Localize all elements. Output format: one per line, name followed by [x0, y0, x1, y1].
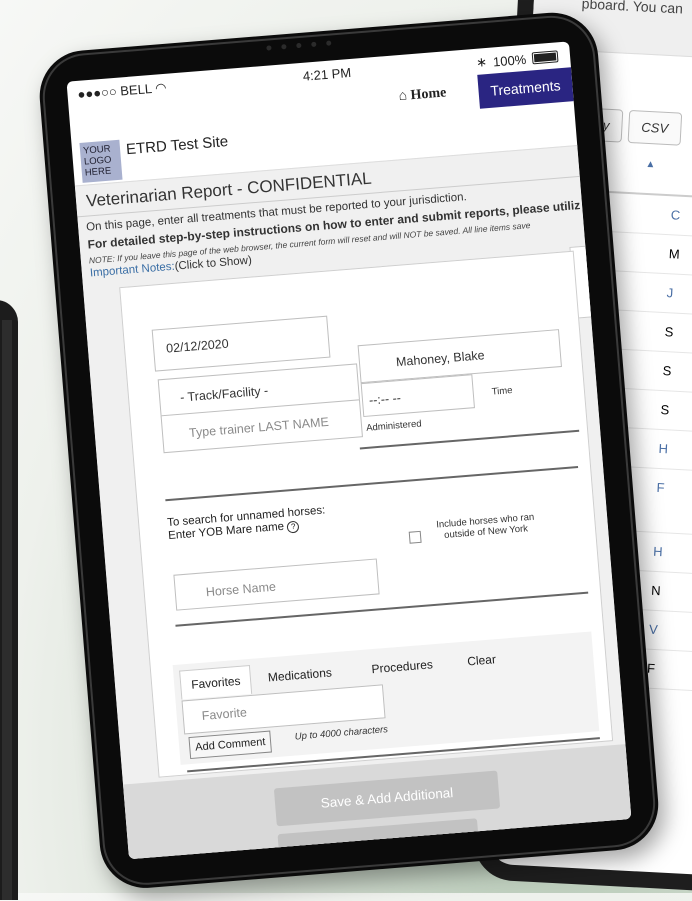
administered-label: Administered: [365, 418, 422, 434]
status-right: ∗ 100%: [476, 48, 559, 71]
tab-favorites[interactable]: Favorites: [179, 664, 253, 700]
wifi-icon: ◠: [154, 79, 168, 96]
battery-percent: 100%: [492, 51, 527, 69]
divider: [359, 429, 580, 450]
nav-home-label: Home: [410, 85, 447, 104]
treatment-form: 02/12/2020 Mahoney, Blake - Track/Facili…: [119, 250, 614, 778]
logo-line: HERE: [84, 165, 112, 179]
treatment-tabs: Favorites Medications Procedures Clear F…: [172, 631, 600, 765]
comment-limit-note: Up to 4000 characters: [294, 724, 389, 743]
unnamed-search-hint: To search for unnamed horses: Enter YOB …: [167, 504, 327, 543]
time-label: Time: [491, 385, 513, 398]
tablet-bezel: ●●●○○ BELL ◠ 4:21 PM ∗ 100% ⌂ Home Treat…: [36, 9, 662, 892]
tablet-screen: ●●●○○ BELL ◠ 4:21 PM ∗ 100% ⌂ Home Treat…: [66, 41, 632, 860]
site-logo: YOUR LOGO HERE: [79, 139, 123, 183]
home-icon: ⌂: [398, 88, 408, 105]
include-out-of-state-checkbox[interactable]: [408, 530, 422, 544]
tab-procedures[interactable]: Procedures: [371, 657, 433, 676]
status-time: 4:21 PM: [302, 64, 352, 84]
front-tablet: ●●●○○ BELL ◠ 4:21 PM ∗ 100% ⌂ Home Treat…: [0, 0, 692, 892]
date-field[interactable]: 02/12/2020: [151, 315, 331, 372]
add-comment-button[interactable]: Add Comment: [188, 730, 273, 760]
save-add-additional-button[interactable]: Save & Add Additional: [273, 770, 501, 827]
site-name: ETRD Test Site: [125, 133, 229, 159]
battery-icon: [531, 50, 559, 65]
page-content: Veterinarian Report - CONFIDENTIAL On th…: [74, 145, 632, 860]
bluetooth-icon: ∗: [475, 54, 488, 70]
help-icon[interactable]: ?: [286, 520, 300, 534]
carrier-text: ●●●○○ BELL: [76, 81, 153, 102]
nav-home-link[interactable]: ⌂ Home: [398, 85, 447, 105]
divider: [165, 466, 579, 502]
include-out-of-state-label: Include horses who ran outside of New Yo…: [436, 512, 536, 542]
tab-medications[interactable]: Medications: [267, 665, 332, 684]
tab-clear[interactable]: Clear: [467, 652, 497, 668]
carrier-label: ●●●○○ BELL ◠: [77, 80, 167, 103]
horse-name-input[interactable]: Horse Name: [173, 558, 380, 611]
